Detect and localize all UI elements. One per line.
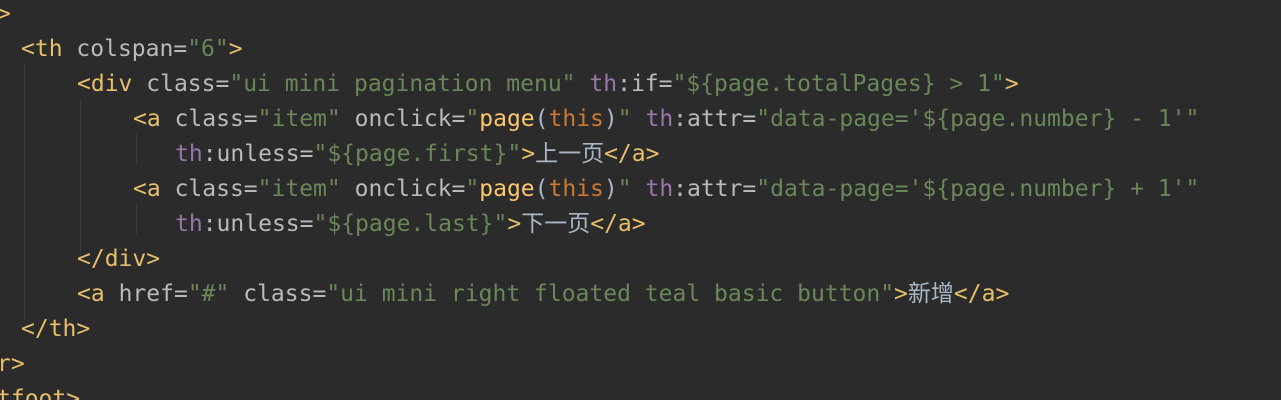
attr-name: onclick= <box>354 106 466 132</box>
indent-guide <box>80 99 81 251</box>
attr-quote: " <box>465 176 480 202</box>
attr-name: :unless= <box>202 211 314 237</box>
function-name: page <box>479 106 535 132</box>
attr-value: "#" <box>187 281 230 307</box>
attr-value: "${page.first}" <box>313 141 522 167</box>
tag-close: r> <box>0 351 25 377</box>
paren: ) <box>603 176 618 202</box>
tag-open: <th <box>21 36 63 62</box>
attr-name: class= <box>174 176 258 202</box>
code-line-8[interactable]: </div> <box>77 242 160 277</box>
attr-quote: " <box>617 176 632 202</box>
tag-open: <a <box>133 176 161 202</box>
link-text-add: 新增 <box>907 281 954 307</box>
code-line-5[interactable]: th:unless="${page.first}">上一页</a> <box>175 137 659 172</box>
function-name: page <box>479 176 535 202</box>
tag-close: </a> <box>590 211 646 237</box>
attr-value: "item" <box>257 176 341 202</box>
attr-value: "item" <box>257 106 341 132</box>
tag-close: </a> <box>953 281 1010 307</box>
attr-value: "ui mini right floated teal basic button… <box>326 281 895 307</box>
attr-name: class= <box>146 71 230 97</box>
tag-close: </th> <box>21 316 91 342</box>
code-line-2[interactable]: <th colspan="6"> <box>21 32 243 67</box>
tag-open: <div <box>77 71 133 97</box>
tag-close: </div> <box>77 246 161 272</box>
attr-value: "6" <box>187 36 229 62</box>
attr-value: "ui mini pagination menu" <box>229 71 576 97</box>
attr-value: "data-page='${page.number} - 1'" <box>756 106 1200 132</box>
tag-end: > <box>521 141 536 167</box>
attr-name: :if= <box>617 71 673 97</box>
keyword-this: this <box>548 176 604 202</box>
attr-name: class= <box>243 281 327 307</box>
code-line-11[interactable]: r> <box>0 347 25 382</box>
attr-quote: " <box>617 106 632 132</box>
attr-name: onclick= <box>354 176 466 202</box>
indent-guide <box>136 204 137 234</box>
attr-name: :attr= <box>673 106 757 132</box>
code-line-12[interactable]: tfoot> <box>0 382 80 400</box>
tag-end: > <box>507 211 522 237</box>
attr-name: href= <box>118 281 188 307</box>
link-text-next: 下一页 <box>521 211 591 237</box>
code-line-9[interactable]: <a href="#" class="ui mini right floated… <box>77 277 1009 312</box>
namespace-prefix: th <box>175 211 203 237</box>
code-line-10[interactable]: </th> <box>21 312 90 347</box>
attr-name: :unless= <box>202 141 314 167</box>
link-text-prev: 上一页 <box>535 141 605 167</box>
attr-value: "data-page='${page.number} + 1'" <box>756 176 1200 202</box>
attr-name: colspan= <box>76 36 188 62</box>
attr-name: class= <box>174 106 258 132</box>
tag-end: > <box>228 36 243 62</box>
keyword-this: this <box>548 106 604 132</box>
tag-open: <a <box>133 106 161 132</box>
code-line-1[interactable]: > <box>0 0 11 32</box>
attr-name: :attr= <box>673 176 757 202</box>
code-line-3[interactable]: <div class="ui mini pagination menu" th:… <box>77 67 1019 102</box>
paren: ( <box>534 106 549 132</box>
tag-end: > <box>894 281 908 307</box>
attr-value: "${page.totalPages} > 1" <box>672 71 1005 97</box>
tag-close: tfoot> <box>0 386 81 400</box>
indent-guide <box>136 134 137 164</box>
tag-open: <a <box>77 281 105 307</box>
code-editor[interactable]: > <th colspan="6"> <div class="ui mini p… <box>0 0 1281 400</box>
paren: ( <box>534 176 549 202</box>
namespace-prefix: th <box>645 176 674 202</box>
tag-close: </a> <box>604 141 660 167</box>
paren: ) <box>603 106 618 132</box>
tag-end: > <box>1004 71 1019 97</box>
attr-value: "${page.last}" <box>313 211 508 237</box>
code-line-7[interactable]: th:unless="${page.last}">下一页</a> <box>175 207 646 242</box>
attr-quote: " <box>465 106 480 132</box>
namespace-prefix: th <box>175 141 203 167</box>
namespace-prefix: th <box>589 71 618 97</box>
indent-guide <box>24 64 25 320</box>
namespace-prefix: th <box>645 106 674 132</box>
tag-close: > <box>0 1 11 27</box>
code-line-4[interactable]: <a class="item" onclick="page(this)" th:… <box>133 102 1199 137</box>
code-line-6[interactable]: <a class="item" onclick="page(this)" th:… <box>133 172 1199 207</box>
